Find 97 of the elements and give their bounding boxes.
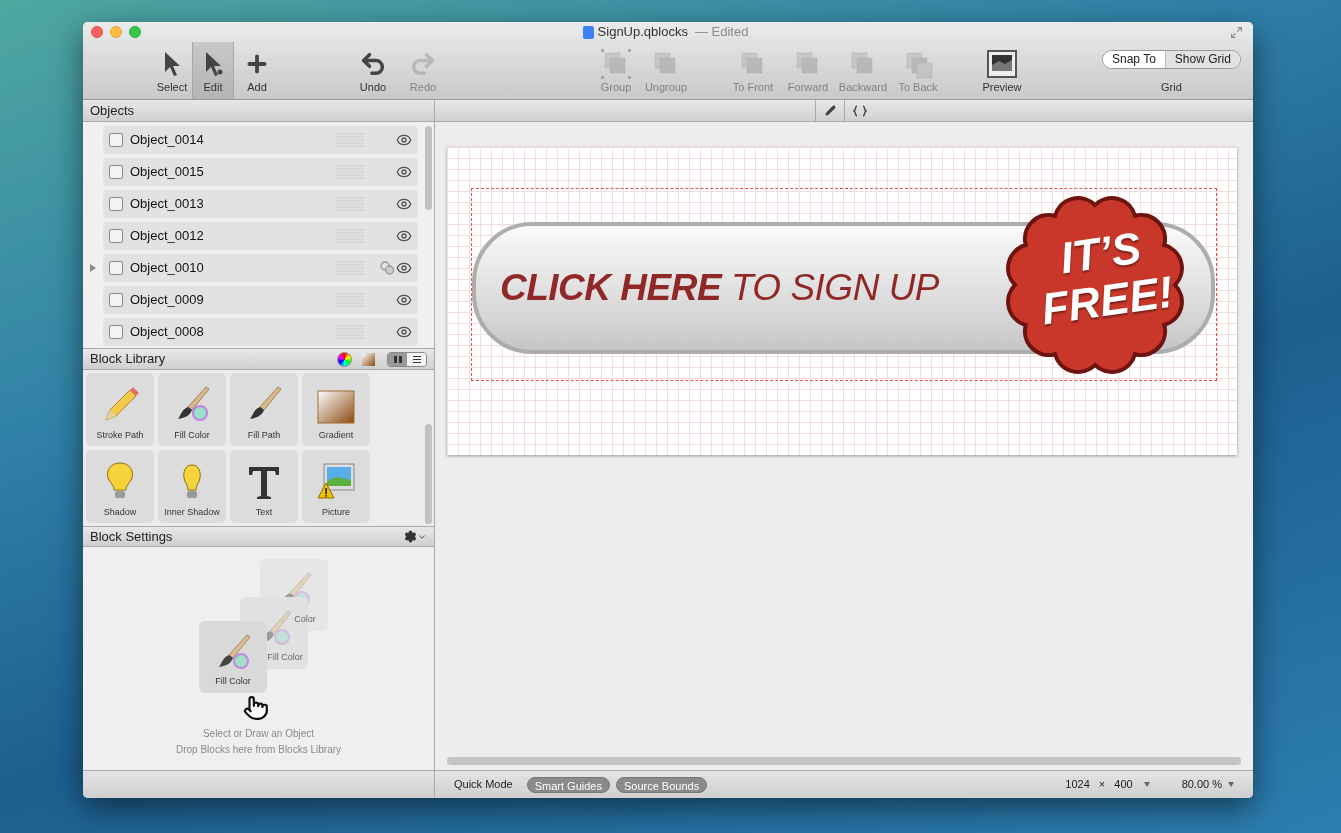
visibility-icon[interactable] (396, 324, 412, 340)
panel-title: Objects (90, 101, 135, 120)
block-tile[interactable]: Shadow (86, 450, 154, 523)
caret-icon[interactable] (1228, 782, 1234, 787)
color-wheel-icon[interactable] (337, 351, 352, 367)
object-row[interactable]: Object_0013 (103, 190, 418, 218)
edited-status: — Edited (694, 23, 749, 42)
light-bulb-icon (104, 460, 136, 501)
gradient-swatch-icon[interactable] (362, 352, 375, 366)
object-row[interactable]: Object_0008 (103, 318, 418, 346)
horizontal-scrollbar[interactable] (447, 757, 1241, 765)
block-tile[interactable]: Gradient (302, 373, 370, 446)
toolbar-button[interactable]: Select (152, 42, 192, 99)
visibility-icon[interactable] (396, 292, 412, 308)
close-button[interactable] (91, 26, 103, 38)
block-tile[interactable]: Text (230, 450, 298, 523)
block-label: Shadow (103, 505, 137, 519)
checkbox[interactable] (109, 229, 123, 243)
panel-title: Block Library (90, 350, 166, 369)
object-name: Object_0010 (130, 259, 204, 278)
checkbox[interactable] (109, 325, 123, 339)
document-icon (582, 25, 594, 39)
block-label: Fill Path (247, 428, 281, 442)
block-label: Stroke Path (96, 428, 144, 442)
toolbar-button[interactable]: Undo (348, 42, 398, 99)
disclosure-triangle-icon[interactable] (90, 264, 96, 272)
window-title: SignUp.qblocks (597, 23, 688, 42)
block-label: Fill Color (215, 674, 251, 688)
block-label: Inner Shadow (164, 505, 220, 519)
settings-icon[interactable] (404, 530, 417, 543)
block-tile[interactable]: Fill Path (230, 373, 298, 446)
object-row[interactable]: Object_0010 (103, 254, 418, 282)
checkbox[interactable] (109, 165, 123, 179)
braces-icon (853, 104, 867, 117)
hint-text: Drop Blocks here from Blocks Library (175, 743, 342, 757)
object-name: Object_0013 (130, 195, 204, 214)
block-label: Picture (322, 505, 350, 519)
visibility-icon[interactable] (396, 132, 412, 148)
object-row[interactable]: Object_0012 (103, 222, 418, 250)
block-tile[interactable]: Picture (302, 450, 370, 523)
visibility-icon[interactable] (396, 260, 412, 276)
fullscreen-icon[interactable] (1230, 25, 1243, 39)
checkbox[interactable] (109, 197, 123, 211)
preview-icon (987, 50, 1017, 78)
panel-title: Block Settings (90, 527, 173, 546)
grid-label: Grid (1161, 81, 1182, 94)
checkbox[interactable] (109, 133, 123, 147)
pointer-icon (162, 50, 182, 78)
block-label: Fill Color (266, 650, 303, 664)
hand-cursor-icon (243, 695, 269, 721)
visibility-icon[interactable] (396, 196, 412, 212)
list-view-button[interactable] (407, 352, 426, 366)
scrollbar-thumb[interactable] (424, 126, 432, 210)
toolbar-button[interactable]: Preview (976, 42, 1028, 99)
grouped-squares-icon (601, 49, 631, 79)
gradient-icon (317, 389, 355, 424)
zoom-level: 80.00 % (1181, 777, 1222, 793)
times-sign: × (1098, 777, 1106, 793)
banner-text: CLICK HERE TO SIGN UP (500, 266, 940, 311)
grid-view-button[interactable] (388, 352, 407, 366)
object-row[interactable]: Object_0015 (103, 158, 418, 186)
caret-icon[interactable] (1143, 782, 1150, 787)
object-name: Object_0012 (130, 227, 204, 246)
segment-button[interactable]: Show Grid (1164, 51, 1240, 68)
toolbar-button[interactable]: Add (234, 42, 280, 99)
object-row[interactable]: Object_0009 (103, 286, 418, 314)
pencil-icon (824, 105, 836, 116)
zoom-button[interactable] (129, 26, 141, 38)
visibility-icon[interactable] (396, 228, 412, 244)
toolbar-button[interactable]: Edit (192, 42, 234, 99)
scrollbar-thumb[interactable] (424, 424, 432, 524)
undo-icon (359, 50, 387, 78)
picture-warning-icon (316, 460, 356, 501)
block-label: Color (293, 612, 316, 626)
block-tile[interactable]: Stroke Path (86, 373, 154, 446)
mode-label: Quick Mode (454, 777, 513, 793)
canvas-width: 1024 (1065, 777, 1090, 793)
object-name: Object_0015 (130, 163, 204, 182)
type-icon (247, 464, 281, 501)
edit-mode-button[interactable] (815, 99, 845, 122)
block-label: Gradient (318, 428, 354, 442)
block-tile[interactable]: Fill Color (158, 373, 226, 446)
object-row[interactable]: Object_0014 (103, 126, 418, 154)
checkbox[interactable] (109, 293, 123, 307)
block-label: Fill Color (174, 428, 210, 442)
object-name: Object_0014 (130, 131, 204, 150)
checkbox[interactable] (109, 261, 123, 275)
redo-icon (409, 50, 437, 78)
block-label: Text (255, 505, 273, 519)
canvas-height: 400 (1114, 777, 1133, 793)
minimize-button[interactable] (110, 26, 122, 38)
stacked-squares-icon (903, 49, 933, 79)
visibility-icon[interactable] (396, 164, 412, 180)
block-tile[interactable]: Inner Shadow (158, 450, 226, 523)
hint-text: Select or Draw an Object (202, 727, 315, 741)
object-name: Object_0009 (130, 291, 204, 310)
object-name: Object_0008 (130, 323, 204, 342)
